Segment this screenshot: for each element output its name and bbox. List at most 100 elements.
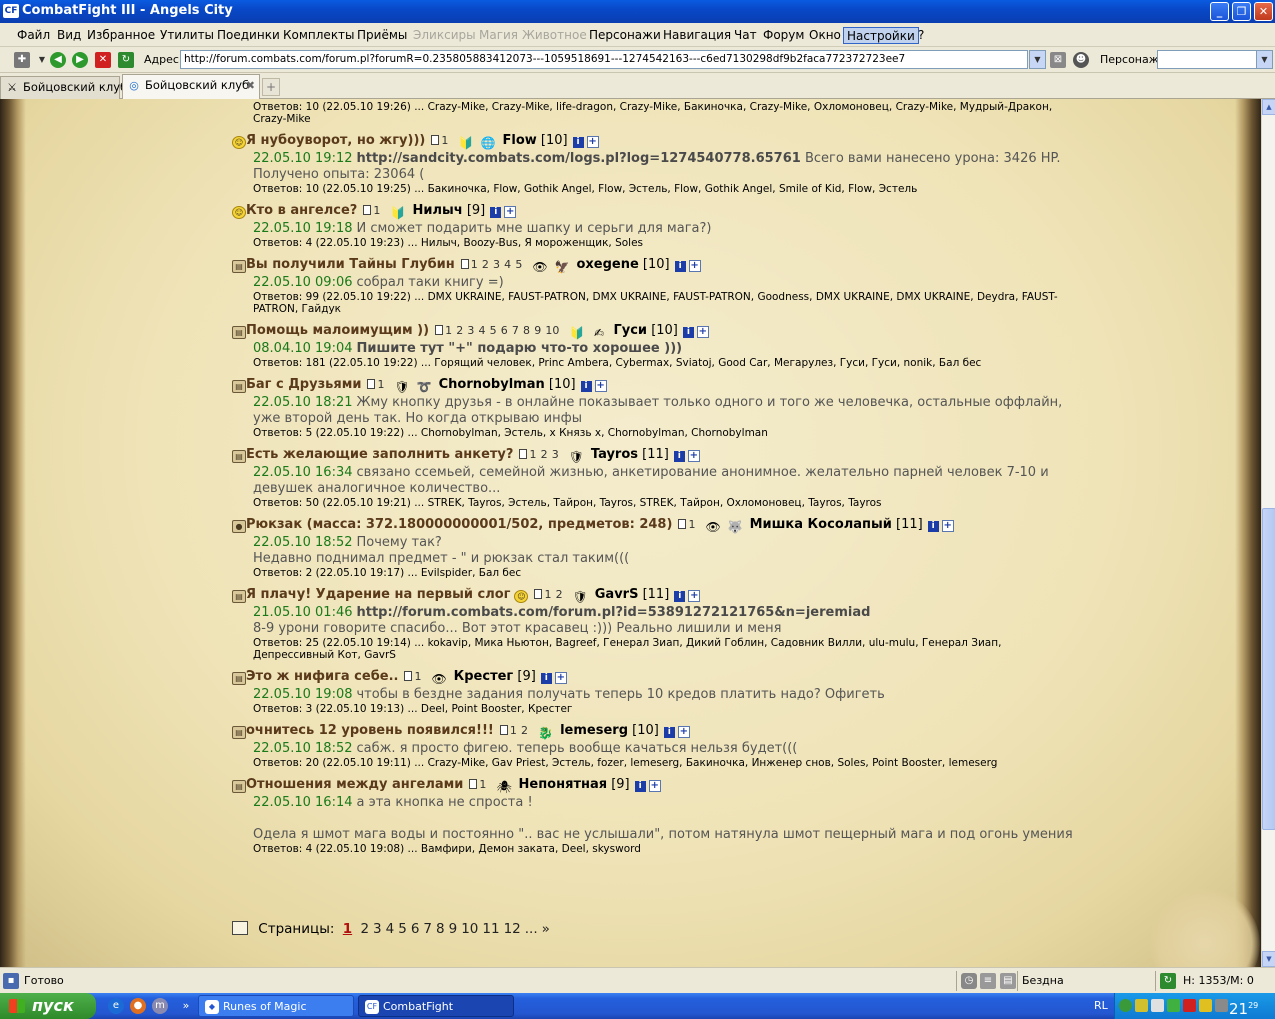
clan-emblem-icon[interactable]: 🔰 xyxy=(389,206,406,221)
menu-item[interactable]: Форум xyxy=(760,27,807,44)
post-link[interactable]: Пишите тут "+" подарю что-то хорошее ))) xyxy=(357,341,683,356)
add-icon[interactable]: + xyxy=(648,780,661,792)
info-icon[interactable]: i xyxy=(540,673,552,684)
add-icon[interactable]: + xyxy=(677,726,690,738)
topic-title[interactable]: Я плачу! Ударение на первый слог xyxy=(246,587,510,602)
clan-emblem-icon[interactable]: 🦅 xyxy=(553,260,570,275)
topic-author[interactable]: Непонятная xyxy=(519,777,608,792)
add-icon[interactable]: + xyxy=(586,136,599,148)
stop-icon[interactable]: ✕ xyxy=(95,52,111,68)
info-icon[interactable]: i xyxy=(682,327,694,338)
tray-back-icon[interactable] xyxy=(1119,999,1132,1012)
menu-item[interactable]: Файл xyxy=(14,27,53,44)
clan-emblem-icon[interactable]: 👁 xyxy=(705,520,722,535)
clan-emblem-icon[interactable]: 🕷 xyxy=(496,780,513,795)
pager-link[interactable]: 3 xyxy=(373,921,382,937)
topic-title[interactable]: Вы получили Тайны Глубин xyxy=(246,257,455,272)
topic-title[interactable]: Отношения между ангелами xyxy=(246,777,463,792)
topic-author[interactable]: Flow xyxy=(502,133,536,148)
menu-item[interactable]: Настройки xyxy=(843,27,919,44)
persona-dropdown[interactable]: ▼ xyxy=(1256,50,1273,69)
maximize-button[interactable]: ❐ xyxy=(1232,2,1251,21)
topic-page-link[interactable]: 2 xyxy=(482,258,489,271)
topic-page-link[interactable]: 1 xyxy=(529,448,536,461)
topic-author[interactable]: Нилыч xyxy=(412,203,462,218)
topic-title[interactable]: Есть желающие заполнить анкету? xyxy=(246,447,513,462)
pager-link[interactable]: 8 xyxy=(436,921,445,937)
list-icon[interactable]: ≡ xyxy=(980,973,996,989)
pager-link[interactable]: 2 xyxy=(360,921,369,937)
topic-title[interactable]: очнитесь 12 уровень появился!!! xyxy=(246,723,494,738)
add-icon[interactable]: + xyxy=(696,326,709,338)
topic-page-link[interactable]: 9 xyxy=(534,324,541,337)
clan-emblem-icon[interactable]: 🛡 xyxy=(572,590,589,605)
tray-kaspersky-icon[interactable] xyxy=(1183,999,1196,1012)
tab-close-icon[interactable]: ✖ xyxy=(246,75,255,96)
menu-item[interactable]: Окно xyxy=(806,27,844,44)
menu-item[interactable]: Персонажи xyxy=(586,27,664,44)
task-runes-of-magic[interactable]: ◆ Runes of Magic xyxy=(198,995,354,1017)
pager-link[interactable]: 12 xyxy=(504,921,521,937)
clan-emblem-icon[interactable]: 👁 xyxy=(431,672,448,687)
scroll-thumb[interactable] xyxy=(1262,508,1275,830)
start-button[interactable]: пуск xyxy=(0,993,96,1019)
close-button[interactable]: ✕ xyxy=(1254,2,1273,21)
add-icon[interactable]: + xyxy=(687,450,700,462)
topic-page-link[interactable]: 2 xyxy=(456,324,463,337)
tray-network-icon[interactable] xyxy=(1135,999,1148,1012)
menu-item[interactable]: Чат xyxy=(731,27,760,44)
scroll-up-button[interactable]: ▲ xyxy=(1262,99,1275,115)
topic-author[interactable]: Мишка Косолапый xyxy=(750,517,892,532)
topic-title[interactable]: Рюкзак (масса: 372.180000000001/502, пре… xyxy=(246,517,672,532)
menu-item[interactable]: Приёмы xyxy=(354,27,410,44)
topic-page-link[interactable]: 10 xyxy=(545,324,559,337)
pager-link[interactable]: 10 xyxy=(461,921,478,937)
topic-page-link[interactable]: 6 xyxy=(501,324,508,337)
pager-link[interactable]: » xyxy=(542,921,550,937)
topic-author[interactable]: GavrS xyxy=(595,587,639,602)
topic-author[interactable]: Гуси xyxy=(613,323,647,338)
topic-page-link[interactable]: 1 xyxy=(445,324,452,337)
info-icon[interactable]: i xyxy=(580,381,592,392)
refresh-icon[interactable]: ↻ xyxy=(118,52,134,68)
topic-page-link[interactable]: 1 xyxy=(377,378,384,391)
menu-item[interactable]: Животное xyxy=(519,27,590,44)
info-icon[interactable]: i xyxy=(490,207,502,218)
menu-item[interactable]: Избранное xyxy=(84,27,158,44)
forward-icon[interactable]: ▶ xyxy=(72,52,88,68)
scroll-down-button[interactable]: ▼ xyxy=(1262,951,1275,967)
topic-page-link[interactable]: 3 xyxy=(493,258,500,271)
tray-windows-icon[interactable] xyxy=(1151,999,1164,1012)
clan-emblem-icon[interactable]: 🛡 xyxy=(568,450,585,465)
topic-page-link[interactable]: 2 xyxy=(521,724,528,737)
address-input[interactable]: http://forum.combats.com/forum.pl?forumR… xyxy=(180,50,1028,69)
menu-item[interactable]: Вид xyxy=(54,27,84,44)
info-icon[interactable]: i xyxy=(673,451,685,462)
pager-link[interactable]: ... xyxy=(525,921,538,937)
info-icon[interactable]: i xyxy=(674,261,686,272)
info-icon[interactable]: i xyxy=(927,521,939,532)
pager-link[interactable]: 11 xyxy=(482,921,499,937)
topic-page-link[interactable]: 1 xyxy=(479,778,486,791)
firefox-icon[interactable]: ● xyxy=(130,998,146,1014)
topic-page-link[interactable]: 1 xyxy=(544,588,551,601)
topic-page-link[interactable]: 1 xyxy=(373,204,380,217)
clan-emblem-icon[interactable]: ✍ xyxy=(590,326,607,341)
topic-title[interactable]: Баг с Друзьями xyxy=(246,377,361,392)
new-tab-button[interactable]: + xyxy=(262,78,280,96)
topic-author[interactable]: Chornobylman xyxy=(439,377,545,392)
info-icon[interactable]: i xyxy=(674,591,686,602)
topic-page-link[interactable]: 2 xyxy=(541,448,548,461)
add-icon[interactable]: + xyxy=(504,206,517,218)
tray-speaker-icon[interactable] xyxy=(1215,999,1228,1012)
clan-emblem-icon[interactable]: 👁 xyxy=(531,260,548,275)
tab-fightclub-2[interactable]: ◎ Бойцовский клуб ✖ xyxy=(122,74,260,99)
dropdown-arrow-icon[interactable]: ▼ xyxy=(34,52,50,68)
topic-page-link[interactable]: 4 xyxy=(478,324,485,337)
menu-item[interactable]: Утилиты xyxy=(157,27,217,44)
pager-link[interactable]: 9 xyxy=(449,921,458,937)
menu-item[interactable]: Магия xyxy=(476,27,521,44)
pager-link[interactable]: 4 xyxy=(386,921,395,937)
menu-item[interactable]: Комплекты xyxy=(280,27,358,44)
pin-icon[interactable]: ✚ xyxy=(14,52,30,68)
